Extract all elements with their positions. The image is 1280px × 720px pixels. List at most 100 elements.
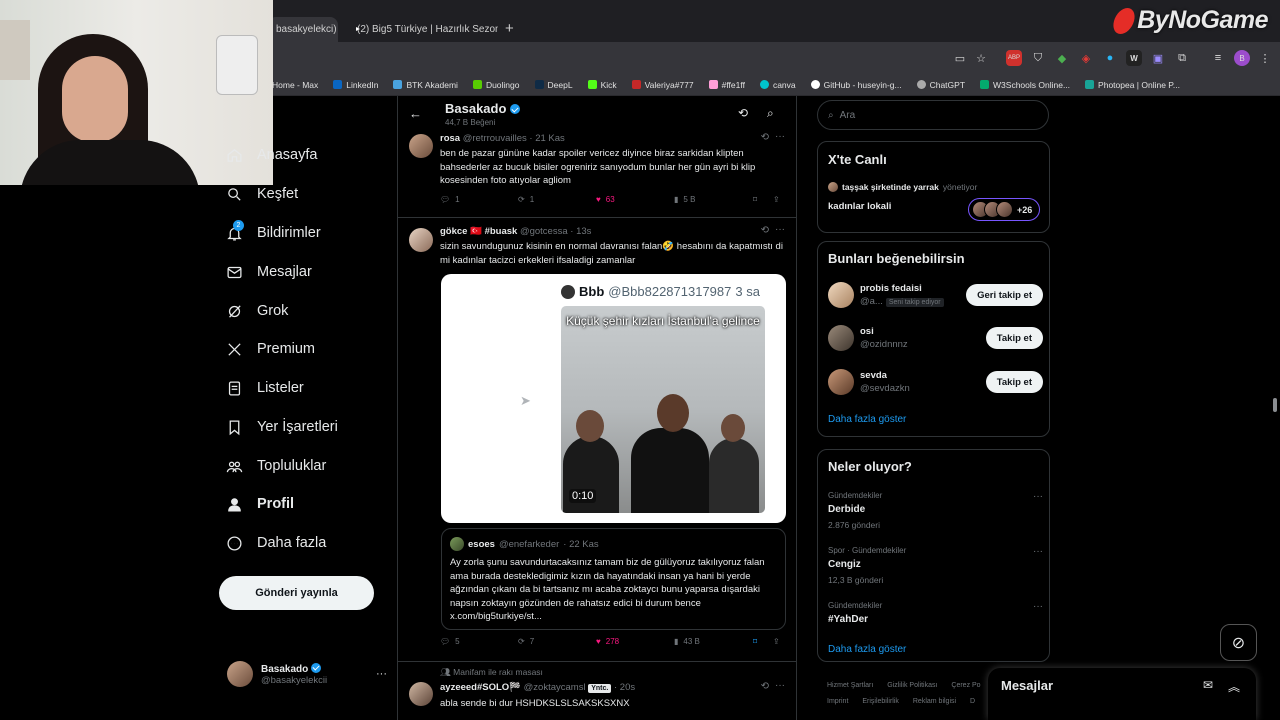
repost-button[interactable]: ⟳ 1 — [518, 195, 534, 204]
bookmark-item[interactable]: LinkedIn — [333, 80, 378, 90]
more-options-icon[interactable]: ··· — [775, 224, 785, 235]
avatar[interactable] — [828, 325, 854, 351]
browser-menu-icon[interactable]: ⋮ — [1257, 50, 1273, 66]
reply-button[interactable]: 💬︎ 1 — [440, 195, 460, 204]
search-icon[interactable]: ⌕ — [767, 106, 774, 121]
trend-item[interactable]: Gündemdekiler Derbide 2.876 gönderi ··· — [828, 491, 1043, 531]
tweet-author-handle[interactable]: @zoktaycamsl — [524, 682, 586, 693]
star-icon[interactable]: ☆ — [973, 50, 989, 66]
scrollbar-thumb[interactable] — [1273, 398, 1277, 412]
browser-tab-youtube[interactable]: (2) Big5 Türkiye | Hazırlık Sezon ✕ — [343, 17, 498, 42]
red-extension-icon[interactable]: ◈ — [1078, 50, 1094, 66]
bookmark-item[interactable]: Valeriya#777 — [631, 80, 694, 90]
video-player[interactable]: Küçük şehir kızları İstanbul'a gelince 0… — [561, 306, 765, 513]
bookmark-item[interactable]: Home - Max — [272, 80, 318, 90]
more-options-icon[interactable]: ··· — [1033, 601, 1043, 612]
nav-item-communities[interactable]: Topluluklar — [225, 451, 326, 481]
back-arrow-icon[interactable]: ← — [409, 106, 422, 121]
extensions-puzzle-icon[interactable]: ⧉ — [1174, 50, 1190, 66]
chevron-up-icon[interactable]: ︽ — [1228, 678, 1240, 695]
reply-button[interactable]: 💬︎ 5 — [440, 637, 460, 646]
tweet-time[interactable]: · 20s — [614, 682, 635, 693]
suggestion-name[interactable]: sevda — [860, 370, 887, 381]
tweet-author-name[interactable]: ayzeeed#SOLO🏁 — [440, 682, 521, 693]
share-button[interactable]: ⇪ — [773, 195, 780, 204]
suggestion-name[interactable]: probis fedaisi — [860, 283, 922, 294]
nav-item-notifications[interactable]: 2 Bildirimler — [225, 218, 321, 248]
avatar[interactable] — [828, 282, 854, 308]
extension-abp-icon[interactable]: ABP — [1006, 50, 1022, 66]
grok-analyze-icon[interactable]: ⟲ — [738, 106, 748, 120]
messages-drawer[interactable]: Mesajlar ✉ ︽ — [988, 668, 1256, 720]
live-listeners[interactable]: +26 — [968, 198, 1040, 221]
bookmark-item[interactable]: canva — [759, 80, 796, 90]
browser-tab-active[interactable]: basakyelekci) / X ✕ — [268, 17, 338, 42]
bookmark-item[interactable]: BTK Akademi — [393, 80, 458, 90]
nav-item-lists[interactable]: Listeler — [225, 373, 304, 403]
suggestion-item[interactable]: sevda @sevdazkn Takip et — [828, 369, 1043, 399]
nav-item-premium[interactable]: Premium — [225, 334, 315, 364]
nav-item-home[interactable]: Anasayfa — [225, 140, 317, 170]
account-switcher[interactable]: Basakado @basakyelekcii ··· — [227, 658, 387, 690]
bookmark-item[interactable]: W3Schools Online... — [980, 80, 1070, 90]
avatar[interactable] — [828, 369, 854, 395]
footer-link[interactable]: D — [970, 698, 975, 705]
repost-button[interactable]: ⟳ 7 — [518, 637, 534, 646]
tweet-time[interactable]: · 13s — [570, 226, 591, 237]
post-button[interactable]: Gönderi yayınla — [219, 576, 374, 610]
more-options-icon[interactable]: ··· — [1033, 546, 1043, 557]
footer-link[interactable]: Reklam bilgisi — [913, 698, 956, 705]
more-options-icon[interactable]: ··· — [1033, 491, 1043, 502]
bookmark-item[interactable]: Duolingo — [472, 80, 520, 90]
like-button[interactable]: ♥ 63 — [596, 195, 615, 204]
tweet-author-handle[interactable]: @gotcessa — [520, 226, 568, 237]
grok-icon[interactable]: ⟲ — [761, 681, 769, 692]
follow-button[interactable]: Takip et — [985, 327, 1043, 349]
shield-extension-icon[interactable]: ⛉ — [1030, 50, 1046, 66]
nav-item-profile[interactable]: Profil — [225, 489, 294, 519]
footer-link[interactable]: Çerez Po — [951, 682, 980, 689]
green-extension-icon[interactable]: ◆ — [1054, 50, 1070, 66]
bookmark-item[interactable]: ChatGPT — [916, 80, 965, 90]
trend-item[interactable]: Gündemdekiler #YahDer ··· — [828, 601, 1043, 641]
grok-icon[interactable]: ⟲ — [761, 132, 769, 143]
bookmark-item[interactable]: GitHub - huseyin-g... — [810, 80, 902, 90]
show-more-link[interactable]: Daha fazla göster — [828, 644, 906, 655]
bookmark-item[interactable]: #ffe1ff — [708, 80, 745, 90]
tweet-author-handle[interactable]: @retrrouvailles — [463, 133, 527, 144]
nav-item-more[interactable]: Daha fazla — [225, 528, 326, 558]
suggestion-item[interactable]: osi @ozidnnnz Takip et — [828, 325, 1043, 355]
new-message-icon[interactable]: ✉ — [1203, 678, 1213, 692]
grok-floating-button[interactable]: ⊘ — [1220, 624, 1257, 661]
tweet[interactable]: gökce 🇹🇷 #buask @gotcessa · 13s ⟲ ··· si… — [398, 218, 796, 662]
tweet[interactable]: 👥︎ Manifam ile rakı masası ayzeeed#SOLO🏁… — [398, 662, 796, 720]
tweet-author-name[interactable]: gökce 🇹🇷 #buask — [440, 226, 517, 237]
avatar[interactable] — [409, 134, 433, 158]
quoted-tweet[interactable]: esoes @enefarkeder · 22 Kas Ay zorla şun… — [441, 528, 786, 630]
nav-item-grok[interactable]: Grok — [225, 296, 288, 326]
footer-link[interactable]: Imprint — [827, 698, 848, 705]
bookmark-item[interactable]: DeepL — [534, 80, 573, 90]
bookmark-button[interactable]: ⌑ — [753, 637, 757, 646]
nav-item-bookmarks[interactable]: Yer İşaretleri — [225, 412, 338, 442]
more-options-icon[interactable]: ··· — [775, 131, 785, 142]
search-input[interactable]: ⌕ Ara — [817, 100, 1049, 130]
purple-extension-icon[interactable]: ▣ — [1150, 50, 1166, 66]
show-more-link[interactable]: Daha fazla göster — [828, 414, 906, 425]
account-more-icon[interactable]: ··· — [376, 668, 387, 680]
w-extension-icon[interactable]: W — [1126, 50, 1142, 66]
views-button[interactable]: ▮ 5 B — [674, 195, 695, 204]
live-topic[interactable]: kadınlar lokali — [828, 201, 891, 212]
bookmark-item[interactable]: Photopea | Online P... — [1085, 80, 1180, 90]
page-scrollbar[interactable] — [1270, 96, 1280, 720]
like-button[interactable]: ♥ 278 — [596, 637, 619, 646]
footer-link[interactable]: Hizmet Şartları — [827, 682, 873, 689]
tweet-author-name[interactable]: rosa — [440, 133, 460, 144]
more-options-icon[interactable]: ··· — [775, 680, 785, 691]
views-button[interactable]: ▮ 43 B — [674, 637, 700, 646]
new-tab-button[interactable]: + — [505, 20, 514, 37]
bookmark-item[interactable]: Kick — [587, 80, 617, 90]
suggestion-item[interactable]: probis fedaisi @a... Seni takip ediyor Ge… — [828, 282, 1043, 312]
follow-button[interactable]: Takip et — [985, 371, 1043, 393]
tweet[interactable]: rosa @retrrouvailles · 21 Kas ⟲ ··· ben … — [398, 124, 796, 218]
